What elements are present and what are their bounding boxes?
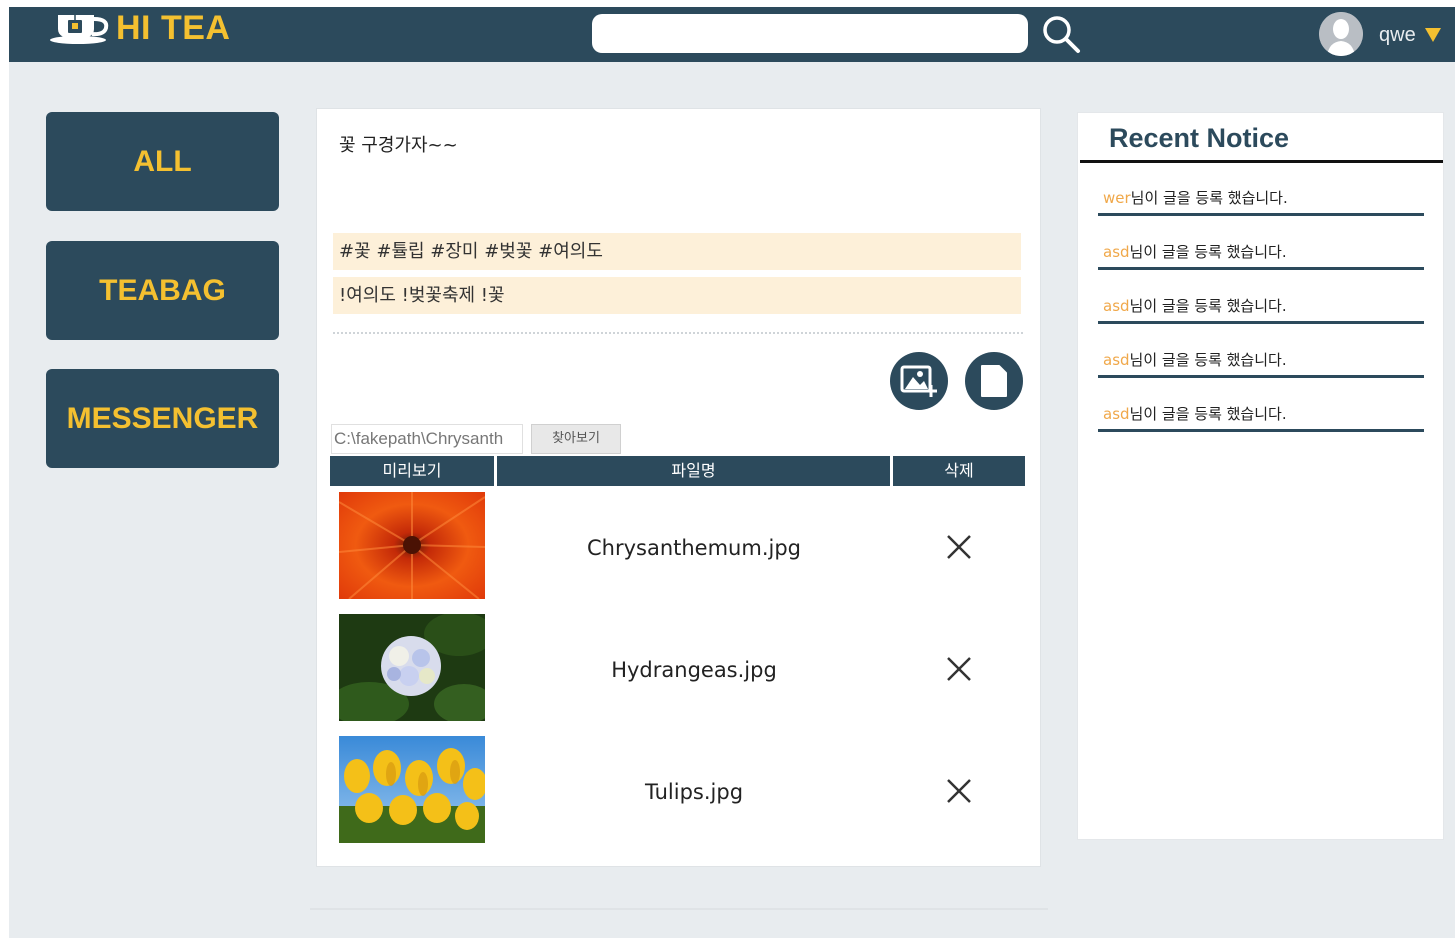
logo-text: HI TEA (116, 8, 231, 47)
search-button[interactable] (1040, 14, 1082, 54)
filename-chrysanthemum: Chrysanthemum.jpg (586, 536, 801, 560)
divider (333, 332, 1023, 334)
search-input[interactable] (592, 14, 1028, 53)
notice-message: 님이 글을 등록 했습니다. (1129, 243, 1287, 261)
menu-teabag-button[interactable]: TEABAG (46, 241, 279, 340)
notice-item[interactable]: asd님이 글을 등록 했습니다. (1098, 294, 1424, 324)
file-icon (981, 365, 1007, 397)
recent-notice-panel (1077, 112, 1444, 840)
notice-item[interactable]: wer님이 글을 등록 했습니다. (1098, 186, 1424, 216)
avatar[interactable] (1319, 12, 1363, 56)
filename-hydrangeas: Hydrangeas.jpg (611, 658, 777, 682)
notice-message: 님이 글을 등록 했습니다. (1129, 405, 1287, 423)
notice-user: wer (1103, 189, 1131, 207)
attach-file-button[interactable] (965, 352, 1023, 410)
menu-messenger-button[interactable]: MESSENGER (46, 369, 279, 468)
tea-cup-icon (48, 11, 110, 45)
browse-button[interactable]: 찾아보기 (531, 424, 621, 454)
keyword-field[interactable]: !여의도 !벚꽃축제 !꽃 (333, 277, 1021, 314)
delete-icon[interactable] (944, 776, 974, 806)
hashtag-field[interactable]: #꽃 #튤립 #장미 #벚꽃 #여의도 (333, 233, 1021, 270)
user-name[interactable]: qwe (1379, 24, 1416, 47)
delete-icon[interactable] (944, 654, 974, 684)
notice-user: asd (1103, 405, 1130, 423)
notice-message: 님이 글을 등록 했습니다. (1129, 351, 1287, 369)
notice-item[interactable]: asd님이 글을 등록 했습니다. (1098, 240, 1424, 270)
notice-title-rule (1080, 160, 1443, 163)
logo[interactable]: HI TEA (48, 8, 231, 47)
add-image-icon (900, 365, 937, 397)
notice-message: 님이 글을 등록 했습니다. (1130, 189, 1288, 207)
thumbnail-hydrangeas (339, 614, 485, 721)
column-header-delete: 삭제 (893, 456, 1025, 486)
post-content-text[interactable]: 꽃 구경가자~~ (339, 131, 458, 157)
add-image-button[interactable] (890, 352, 948, 410)
file-path-input[interactable]: C:\fakepath\Chrysanth (331, 424, 523, 454)
user-silhouette-icon (1319, 12, 1363, 56)
caret-down-icon[interactable] (1425, 28, 1441, 42)
notice-message: 님이 글을 등록 했습니다. (1129, 297, 1287, 315)
notice-user: asd (1103, 351, 1130, 369)
notice-user: asd (1103, 297, 1130, 315)
delete-icon[interactable] (944, 532, 974, 562)
column-header-filename: 파일명 (497, 456, 890, 486)
menu-all-button[interactable]: ALL (46, 112, 279, 211)
notice-item[interactable]: asd님이 글을 등록 했습니다. (1098, 348, 1424, 378)
thumbnail-tulips (339, 736, 485, 843)
notice-title: Recent Notice (1109, 123, 1290, 153)
notice-user: asd (1103, 243, 1130, 261)
column-header-preview: 미리보기 (330, 456, 494, 486)
search-icon (1043, 16, 1080, 53)
thumbnail-chrysanthemum (339, 492, 485, 599)
notice-item[interactable]: asd님이 글을 등록 했습니다. (1098, 402, 1424, 432)
filename-tulips: Tulips.jpg (644, 780, 744, 804)
footer-divider (310, 908, 1048, 910)
